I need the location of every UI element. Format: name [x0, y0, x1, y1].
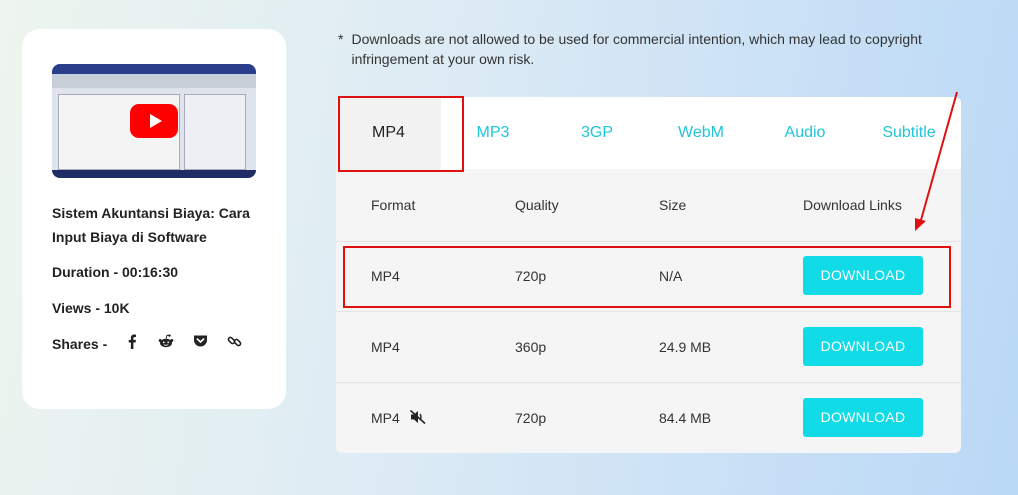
video-thumbnail[interactable]	[52, 64, 256, 178]
tab-audio[interactable]: Audio	[753, 97, 857, 169]
notice-bullet: *	[338, 31, 344, 47]
table-header: Format Quality Size Download Links	[336, 169, 961, 242]
row-format: MP4	[371, 339, 400, 355]
muted-speaker-icon	[409, 384, 426, 453]
header-quality: Quality	[515, 197, 559, 213]
highlight-box-mp4-tab	[338, 96, 464, 172]
link-icon[interactable]	[226, 333, 242, 349]
row-format: MP4	[371, 383, 426, 453]
notice-text: Downloads are not allowed to be used for…	[351, 31, 922, 67]
shares-label: Shares -	[52, 336, 108, 352]
facebook-icon[interactable]	[124, 333, 140, 349]
highlight-box-first-row	[343, 246, 951, 308]
row-size: 24.9 MB	[659, 339, 712, 355]
row-quality: 360p	[515, 339, 547, 355]
reddit-icon[interactable]	[158, 333, 174, 349]
header-format: Format	[371, 197, 416, 213]
table-row: MP4 360p 24.9 MB DOWNLOAD	[336, 312, 961, 383]
video-card: Sistem Akuntansi Biaya: Cara Input Biaya…	[22, 29, 286, 409]
download-button[interactable]: DOWNLOAD	[803, 327, 923, 366]
row-format-label: MP4	[371, 410, 400, 426]
video-views: Views - 10K	[52, 300, 130, 316]
copyright-notice: * Downloads are not allowed to be used f…	[338, 29, 948, 69]
tab-webm[interactable]: WebM	[649, 97, 753, 169]
pocket-icon[interactable]	[192, 333, 208, 349]
row-size: 84.4 MB	[659, 410, 712, 426]
video-duration: Duration - 00:16:30	[52, 264, 179, 280]
video-title: Sistem Akuntansi Biaya: Cara Input Biaya…	[52, 205, 250, 245]
tab-subtitle[interactable]: Subtitle	[857, 97, 961, 169]
download-button[interactable]: DOWNLOAD	[803, 398, 923, 437]
row-quality: 720p	[515, 410, 547, 426]
tab-3gp[interactable]: 3GP	[545, 97, 649, 169]
header-size: Size	[659, 197, 687, 213]
share-icons	[124, 333, 242, 349]
table-row: MP4 720p 84.4 MB DOWNLOAD	[336, 383, 961, 453]
youtube-play-icon[interactable]	[130, 104, 178, 138]
header-download-links: Download Links	[803, 197, 902, 213]
